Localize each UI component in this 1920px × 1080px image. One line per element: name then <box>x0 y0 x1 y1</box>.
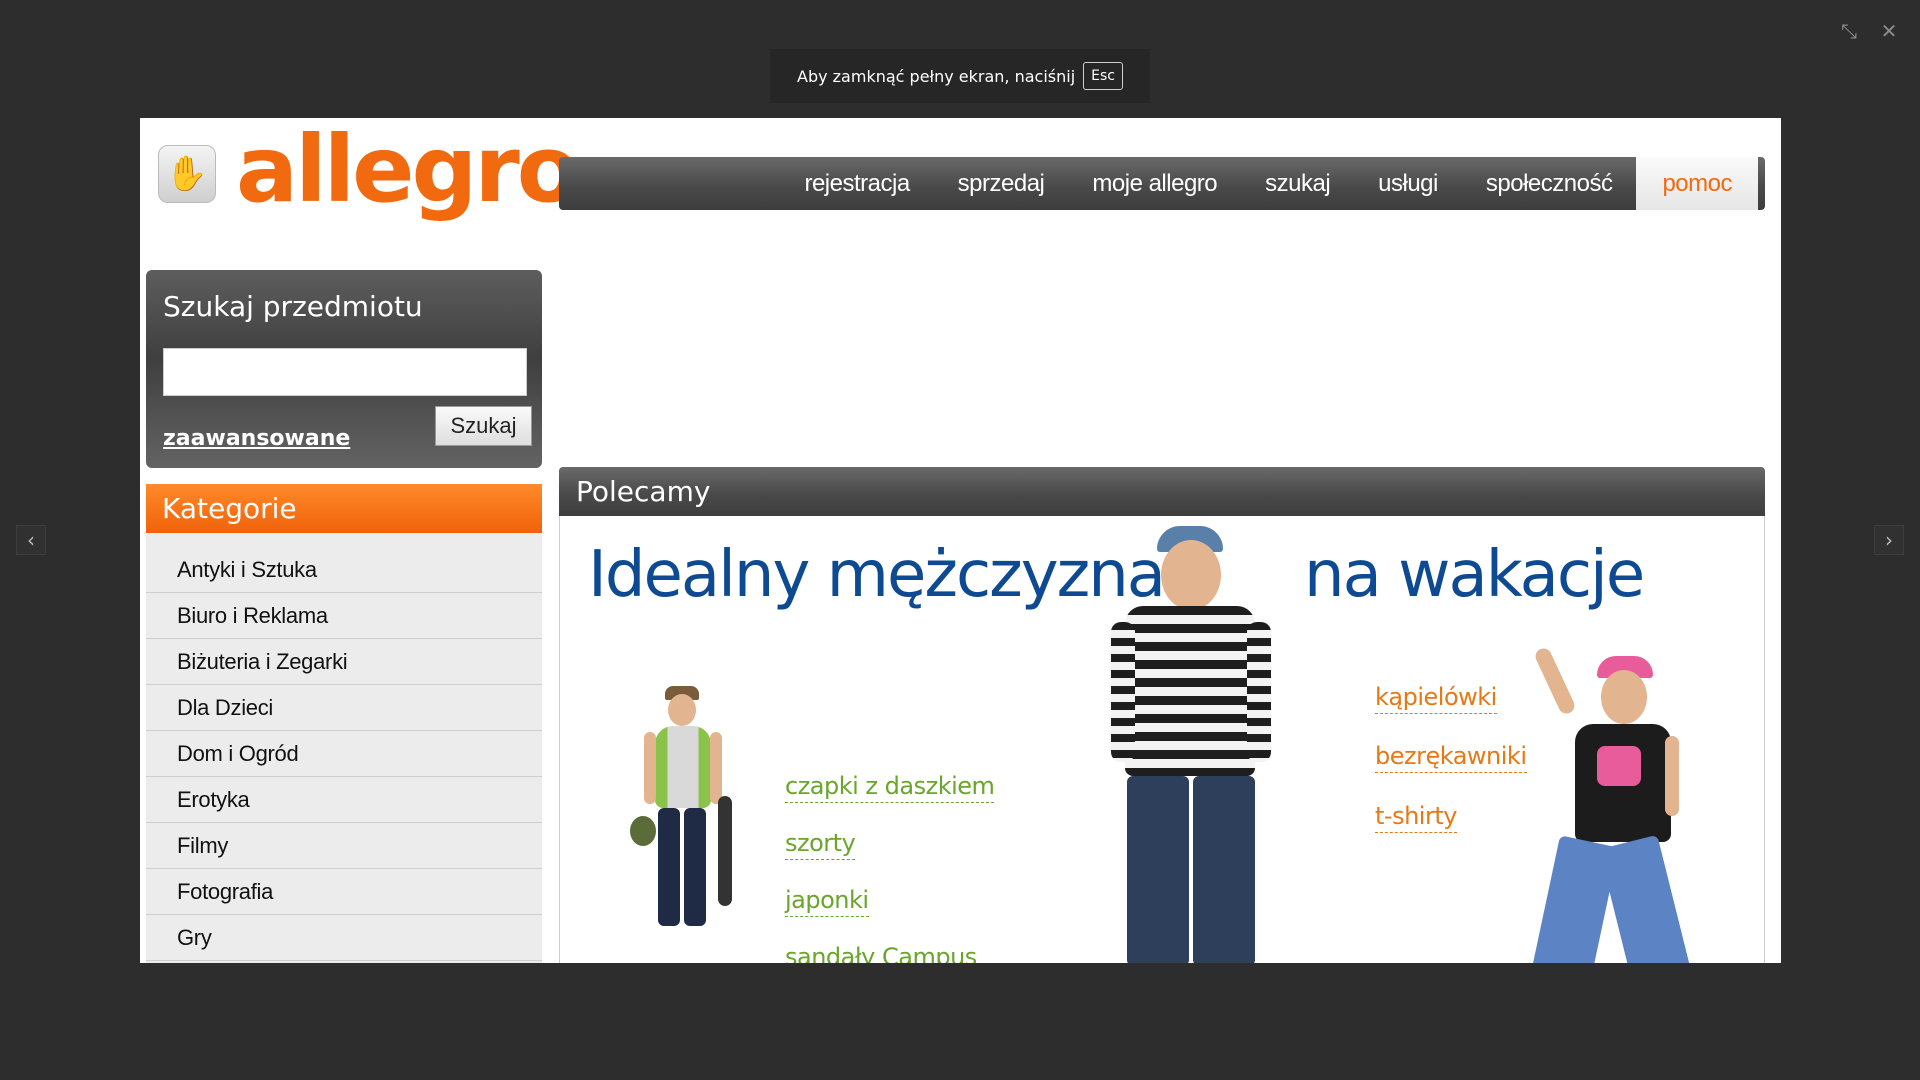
category-item[interactable]: Gry <box>146 915 542 961</box>
recommended-title: Polecamy <box>559 467 1765 516</box>
banner-link[interactable]: czapki z daszkiem <box>785 772 995 803</box>
allegro-page-screenshot: ✋ allegro rejestracja sprzedaj moje alle… <box>140 118 1781 963</box>
dancer-figure-image <box>1505 645 1705 963</box>
summer-banner[interactable]: Idealny mężczyzna na wakacje czapki z da… <box>559 516 1765 963</box>
banner-link[interactable]: japonki <box>785 886 869 917</box>
banner-link[interactable]: kąpielówki <box>1375 683 1497 714</box>
categories-list: Antyki i Sztuka Biuro i Reklama Biżuteri… <box>146 533 542 963</box>
skater-figure-image <box>630 686 740 946</box>
close-icon[interactable]: ✕ <box>1874 16 1904 46</box>
category-item[interactable]: Filmy <box>146 823 542 869</box>
search-panel: Szukaj przedmiotu zaawansowane Szukaj <box>146 270 542 468</box>
category-item[interactable]: Biżuteria i Zegarki <box>146 639 542 685</box>
nav-szukaj[interactable]: szukaj <box>1241 157 1354 210</box>
banner-link[interactable]: bezrękawniki <box>1375 742 1527 773</box>
category-item[interactable]: Biuro i Reklama <box>146 593 542 639</box>
exit-hint-text: Aby zamknąć pełny ekran, naciśnij <box>797 66 1076 86</box>
search-button[interactable]: Szukaj <box>435 406 532 446</box>
categories-title: Kategorie <box>146 484 542 533</box>
prev-arrow-icon[interactable]: ‹ <box>16 525 46 555</box>
category-item[interactable]: Dla Dzieci <box>146 685 542 731</box>
minimize-icon[interactable]: ⤡ <box>1834 16 1864 46</box>
striped-shirt-figure-image <box>1095 526 1285 963</box>
banner-link[interactable]: sandały Campus <box>785 943 977 963</box>
nav-sprzedaj[interactable]: sprzedaj <box>934 157 1069 210</box>
fullscreen-exit-hint: Aby zamknąć pełny ekran, naciśnij Esc <box>770 49 1150 103</box>
hand-logo-icon: ✋ <box>158 145 216 203</box>
nav-spolecznosc[interactable]: społeczność <box>1462 157 1637 210</box>
banner-link[interactable]: szorty <box>785 829 856 860</box>
category-item[interactable]: Antyki i Sztuka <box>146 547 542 593</box>
nav-pomoc[interactable]: pomoc <box>1636 157 1758 210</box>
esc-key-badge: Esc <box>1083 62 1123 90</box>
top-navigation: rejestracja sprzedaj moje allegro szukaj… <box>559 157 1765 210</box>
nav-moje-allegro[interactable]: moje allegro <box>1068 157 1241 210</box>
banner-link[interactable]: t-shirty <box>1375 802 1457 833</box>
search-title: Szukaj przedmiotu <box>163 290 423 323</box>
advanced-search-link[interactable]: zaawansowane <box>163 426 350 451</box>
banner-headline-right: na wakacje <box>1304 538 1645 612</box>
logo-text: allegro <box>236 118 580 223</box>
banner-headline-left: Idealny mężczyzna <box>588 538 1166 612</box>
category-item[interactable]: Fotografia <box>146 869 542 915</box>
category-item[interactable]: Dom i Ogród <box>146 731 542 777</box>
next-arrow-icon[interactable]: › <box>1874 525 1904 555</box>
nav-rejestracja[interactable]: rejestracja <box>780 157 933 210</box>
category-item[interactable]: Erotyka <box>146 777 542 823</box>
nav-uslugi[interactable]: usługi <box>1354 157 1462 210</box>
allegro-logo[interactable]: ✋ allegro <box>158 124 580 216</box>
search-input[interactable] <box>163 348 527 396</box>
